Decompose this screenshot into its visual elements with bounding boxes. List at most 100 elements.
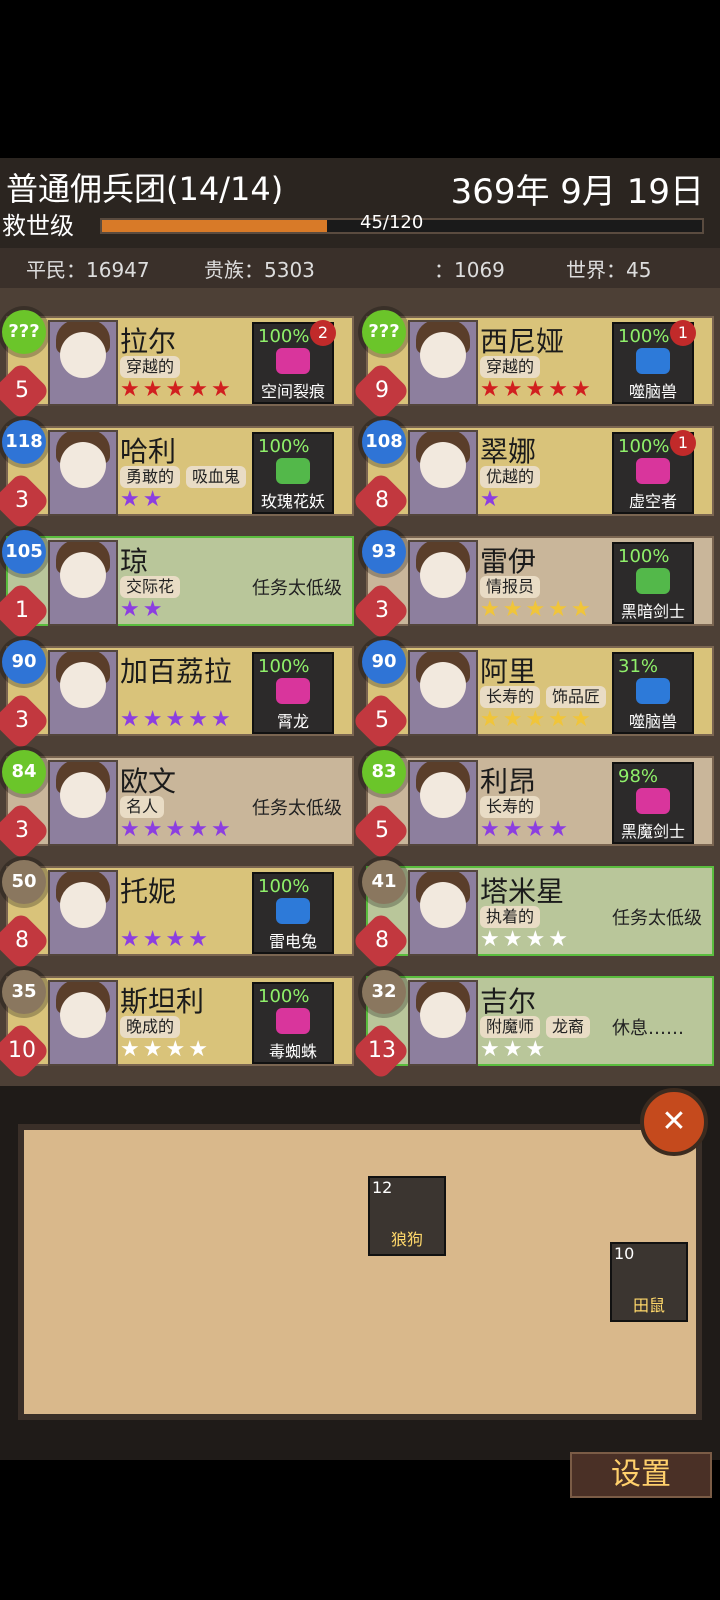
star-rating: ★ ★ ★ ★ ★: [480, 708, 591, 732]
mission-icon: [636, 678, 670, 704]
mission-icon: [276, 1008, 310, 1034]
power-badge: 41: [362, 860, 406, 904]
star-icon: ★: [502, 1037, 523, 1062]
drop-item[interactable]: 12 狼狗: [368, 1176, 446, 1256]
mission-box[interactable]: 100% 霄龙: [252, 652, 334, 734]
mission-box[interactable]: 100% 黑暗剑士: [612, 542, 694, 624]
mission-progress: 100%: [618, 326, 670, 347]
star-rating: ★ ★ ★ ★ ★: [120, 378, 231, 402]
star-icon: ★: [188, 1037, 208, 1062]
merc-card[interactable]: 41 8 塔米星 执着的 ★ ★ ★ ★ 任务太低级: [351, 860, 714, 971]
drop-item[interactable]: 10 田鼠: [610, 1242, 688, 1322]
trait-tag: 情报员: [480, 576, 541, 598]
star-icon: ★: [480, 817, 500, 842]
merc-name: 琼: [120, 545, 149, 578]
xp-text: 45/120: [360, 212, 424, 233]
trait-tag: 交际花: [120, 576, 181, 598]
mission-status: 任务太低级: [612, 908, 702, 929]
avatar: [408, 870, 478, 956]
mission-icon: [276, 898, 310, 924]
level-number: 10: [8, 1038, 36, 1063]
star-rating: ★ ★ ★ ★: [480, 818, 568, 842]
mission-box[interactable]: 100% 空间裂痕 2: [252, 320, 336, 404]
level-number: 1: [15, 598, 29, 623]
merc-card[interactable]: 93 3 雷伊 情报员 ★ ★ ★ ★ ★ 100% 黑暗剑士: [351, 530, 714, 641]
trait-tags: 穿越的: [120, 356, 181, 378]
trait-tag: 优越的: [480, 466, 541, 488]
guild-title: 普通佣兵团(14/14): [6, 170, 284, 208]
power-badge: 90: [362, 640, 406, 684]
star-icon: ★: [548, 597, 568, 622]
notification-badge: 1: [670, 430, 696, 456]
merc-card[interactable]: 118 3 哈利 勇敢的 吸血鬼 ★ ★ 100% 玫瑰花妖: [0, 420, 354, 531]
star-icon: ★: [188, 927, 208, 952]
star-icon: ★: [120, 597, 140, 622]
drop-floor: [18, 1124, 702, 1420]
trait-tags: 附魔师 龙裔: [480, 1016, 591, 1038]
mission-progress: 100%: [618, 436, 670, 457]
merc-card[interactable]: 90 5 阿里 长寿的 饰品匠 ★ ★ ★ ★ ★ 31% 噬脑兽: [351, 640, 714, 751]
star-icon: ★: [480, 487, 500, 512]
merc-card[interactable]: 32 13 吉尔 附魔师 龙裔 ★ ★ ★ 休息……: [351, 970, 714, 1081]
merc-card[interactable]: ??? 5 拉尔 穿越的 ★ ★ ★ ★ ★ 100% 空间裂痕 2: [0, 310, 354, 421]
trait-tag: 执着的: [480, 906, 541, 928]
avatar: [408, 650, 478, 736]
star-icon: ★: [502, 817, 523, 842]
mission-box[interactable]: 100% 虚空者 1: [612, 430, 696, 514]
merc-card[interactable]: ??? 9 西尼娅 穿越的 ★ ★ ★ ★ ★ 100% 噬脑兽 1: [351, 310, 714, 421]
star-rating: ★ ★ ★ ★ ★: [480, 598, 591, 622]
merc-card[interactable]: 108 8 翠娜 优越的 ★ 100% 虚空者 1: [351, 420, 714, 531]
avatar: [48, 320, 118, 406]
power-badge: 32: [362, 970, 406, 1014]
star-rating: ★ ★ ★ ★: [120, 1038, 208, 1062]
mission-name: 黑暗剑士: [620, 602, 685, 621]
mission-progress: 100%: [258, 326, 310, 347]
power-badge: 90: [2, 640, 46, 684]
mission-box[interactable]: 100% 毒蜘蛛: [252, 982, 334, 1064]
settings-button[interactable]: 设置: [570, 1452, 712, 1498]
star-icon: ★: [142, 597, 163, 622]
trait-tags: 穿越的: [480, 356, 541, 378]
merc-card[interactable]: 83 5 利昂 长寿的 ★ ★ ★ ★ 98% 黑魔剑士: [351, 750, 714, 861]
mission-box[interactable]: 100% 噬脑兽 1: [612, 320, 696, 404]
star-icon: ★: [570, 597, 591, 622]
trait-tag: 穿越的: [480, 356, 541, 378]
star-icon: ★: [142, 1037, 163, 1062]
trait-tags: 优越的: [480, 466, 541, 488]
mission-box[interactable]: 100% 雷电兔: [252, 872, 334, 954]
level-number: 3: [15, 488, 29, 513]
top-bar: 普通佣兵团(14/14) 369年 9月 19日 救世级 45/120: [0, 158, 720, 250]
power-badge: ???: [362, 310, 406, 354]
level-number: 5: [15, 378, 29, 403]
merc-card[interactable]: 50 8 托妮 ★ ★ ★ ★ 100% 雷电兔: [0, 860, 354, 971]
close-button[interactable]: ✕: [640, 1088, 708, 1156]
trait-tag: 名人: [120, 796, 165, 818]
merc-name: 雷伊: [480, 545, 537, 578]
star-icon: ★: [165, 817, 186, 842]
trait-tag: 穿越的: [120, 356, 181, 378]
avatar: [48, 650, 118, 736]
merc-name: 托妮: [120, 875, 177, 908]
trait-tags: 执着的: [480, 906, 541, 928]
merc-name: 欧文: [120, 765, 177, 798]
star-icon: ★: [502, 597, 523, 622]
rank-label: 救世级: [2, 212, 74, 240]
power-badge: ???: [2, 310, 46, 354]
trait-tags: 长寿的: [480, 796, 541, 818]
merc-card[interactable]: 35 10 斯坦利 晚成的 ★ ★ ★ ★ 100% 毒蜘蛛: [0, 970, 354, 1081]
trait-tag: 晚成的: [120, 1016, 181, 1038]
merc-card[interactable]: 90 3 加百荔拉 ★ ★ ★ ★ ★ 100% 霄龙: [0, 640, 354, 751]
mission-box[interactable]: 98% 黑魔剑士: [612, 762, 694, 844]
mission-name: 玫瑰花妖: [260, 492, 325, 511]
star-rating: ★ ★ ★ ★: [480, 928, 568, 952]
mission-progress: 31%: [618, 656, 659, 677]
mission-box[interactable]: 31% 噬脑兽: [612, 652, 694, 734]
trait-tag: 吸血鬼: [186, 466, 247, 488]
merc-card[interactable]: 105 1 琼交际花 ★ ★ 任务太低级: [0, 530, 354, 641]
merc-card[interactable]: 84 3 欧文 名人 ★ ★ ★ ★ ★ 任务太低级: [0, 750, 354, 861]
mission-status: 任务太低级: [252, 798, 342, 819]
mercenary-list[interactable]: ??? 5 拉尔 穿越的 ★ ★ ★ ★ ★ 100% 空间裂痕 2??? 9 西尼娅 穿越的 ★ ★ ★ ★ ★ 10…: [0, 288, 720, 1086]
merc-name: 西尼娅: [480, 325, 565, 358]
star-icon: ★: [120, 707, 140, 732]
mission-box[interactable]: 100% 玫瑰花妖: [252, 432, 334, 514]
